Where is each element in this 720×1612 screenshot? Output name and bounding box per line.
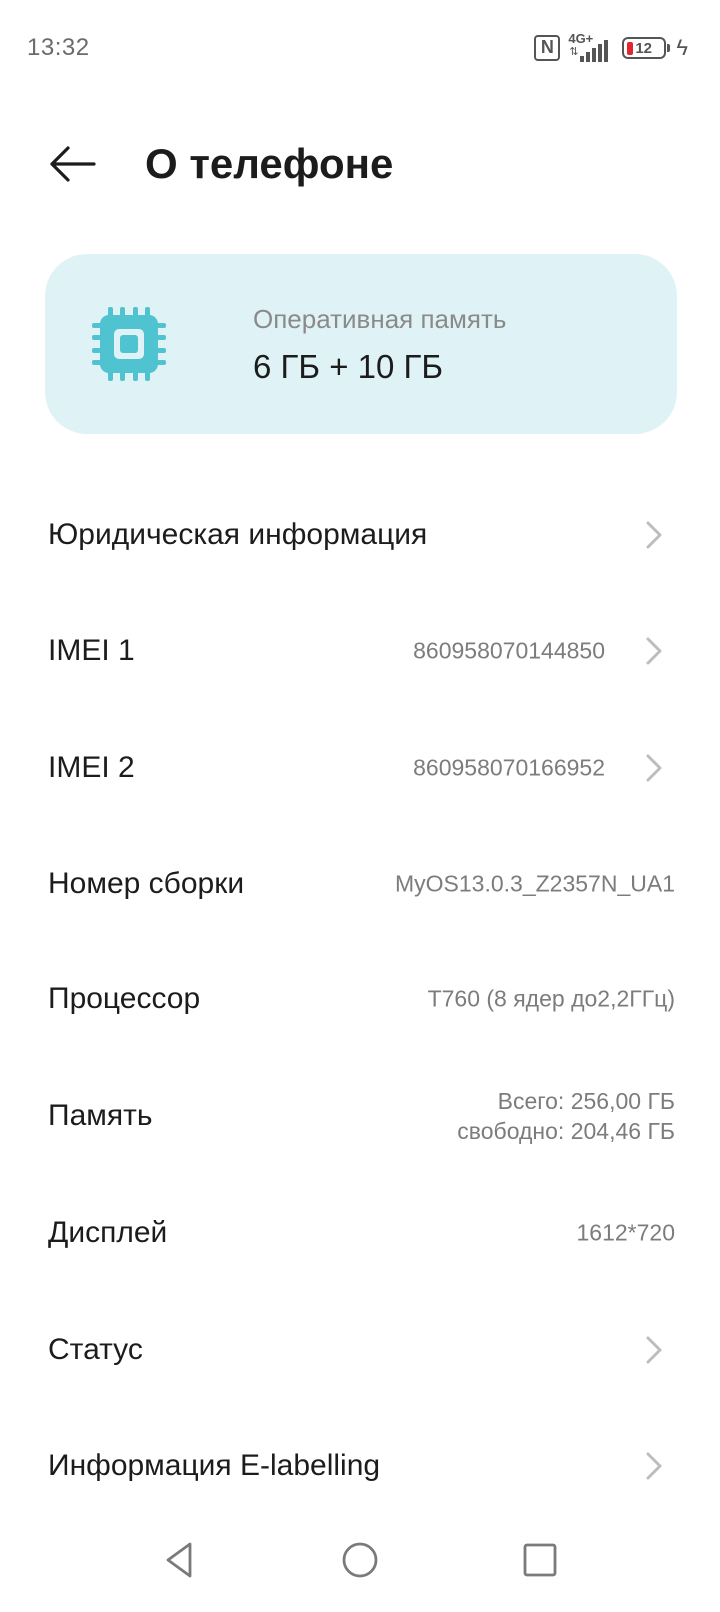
chevron-right-icon — [646, 521, 662, 549]
battery-icon: 12 — [622, 37, 671, 59]
row-title: Информация E-labelling — [48, 1449, 381, 1482]
storage-free: свободно: 204,46 ГБ — [457, 1118, 675, 1144]
row-build-number[interactable]: Номер сборки MyOS13.0.3_Z2357N_UA1 — [0, 826, 720, 942]
row-title: IMEI 1 — [48, 634, 135, 667]
status-time: 13:32 — [27, 34, 90, 61]
row-imei-2[interactable]: IMEI 2 860958070166952 — [0, 710, 720, 826]
row-value: Всего: 256,00 ГБ свободно: 204,46 ГБ — [457, 1086, 675, 1146]
back-triangle-icon[interactable] — [158, 1538, 202, 1582]
chip-icon — [92, 307, 166, 381]
ram-card: Оперативная память 6 ГБ + 10 ГБ — [45, 254, 677, 434]
back-button[interactable] — [44, 140, 100, 188]
recents-square-icon[interactable] — [518, 1538, 562, 1582]
home-circle-icon[interactable] — [338, 1538, 382, 1582]
row-value: 860958070144850 — [413, 637, 605, 664]
row-title: Память — [48, 1099, 153, 1132]
row-title: Статус — [48, 1333, 143, 1366]
row-display: Дисплей 1612*720 — [0, 1175, 720, 1291]
row-title: IMEI 2 — [48, 751, 135, 784]
chevron-right-icon — [646, 1452, 662, 1480]
header: О телефоне — [0, 120, 720, 210]
row-e-labelling[interactable]: Информация E-labelling — [0, 1408, 720, 1524]
row-processor: Процессор T760 (8 ядер до2,2ГГц) — [0, 941, 720, 1057]
chevron-right-icon — [646, 637, 662, 665]
ram-label: Оперативная память — [253, 304, 507, 334]
row-value: T760 (8 ядер до2,2ГГц) — [427, 985, 675, 1012]
signal-bars-icon — [580, 40, 609, 62]
row-title: Процессор — [48, 982, 201, 1015]
row-title: Юридическая информация — [48, 518, 428, 551]
row-status[interactable]: Статус — [0, 1292, 720, 1408]
about-phone-screen: 13:32 N 4G+ ⇅ 12 ϟ О телефоне Оперативна… — [0, 0, 720, 1612]
nfc-icon: N — [534, 35, 561, 61]
row-legal-info[interactable]: Юридическая информация — [0, 477, 720, 593]
arrow-left-icon — [50, 146, 96, 182]
row-value: MyOS13.0.3_Z2357N_UA1 — [395, 870, 675, 897]
storage-total: Всего: 256,00 ГБ — [497, 1088, 675, 1114]
navigation-bar — [0, 1530, 720, 1612]
status-icons: N 4G+ ⇅ 12 ϟ — [534, 31, 688, 63]
battery-percent: 12 — [635, 39, 653, 57]
row-title: Номер сборки — [48, 867, 245, 900]
row-storage: Память Всего: 256,00 ГБ свободно: 204,46… — [0, 1058, 720, 1174]
row-value: 860958070166952 — [413, 754, 605, 781]
row-title: Дисплей — [48, 1216, 168, 1249]
chevron-right-icon — [646, 754, 662, 782]
ram-value: 6 ГБ + 10 ГБ — [253, 348, 444, 385]
page-title: О телефоне — [145, 140, 394, 187]
status-bar: 13:32 N 4G+ ⇅ 12 ϟ — [0, 0, 720, 100]
charging-icon: ϟ — [676, 35, 688, 60]
data-arrows-icon: ⇅ — [569, 46, 579, 58]
battery-level-fill — [627, 41, 634, 55]
chevron-right-icon — [646, 1336, 662, 1364]
row-value: 1612*720 — [576, 1219, 676, 1246]
row-imei-1[interactable]: IMEI 1 860958070144850 — [0, 593, 720, 709]
signal-4g-icon: 4G+ ⇅ — [568, 31, 614, 62]
